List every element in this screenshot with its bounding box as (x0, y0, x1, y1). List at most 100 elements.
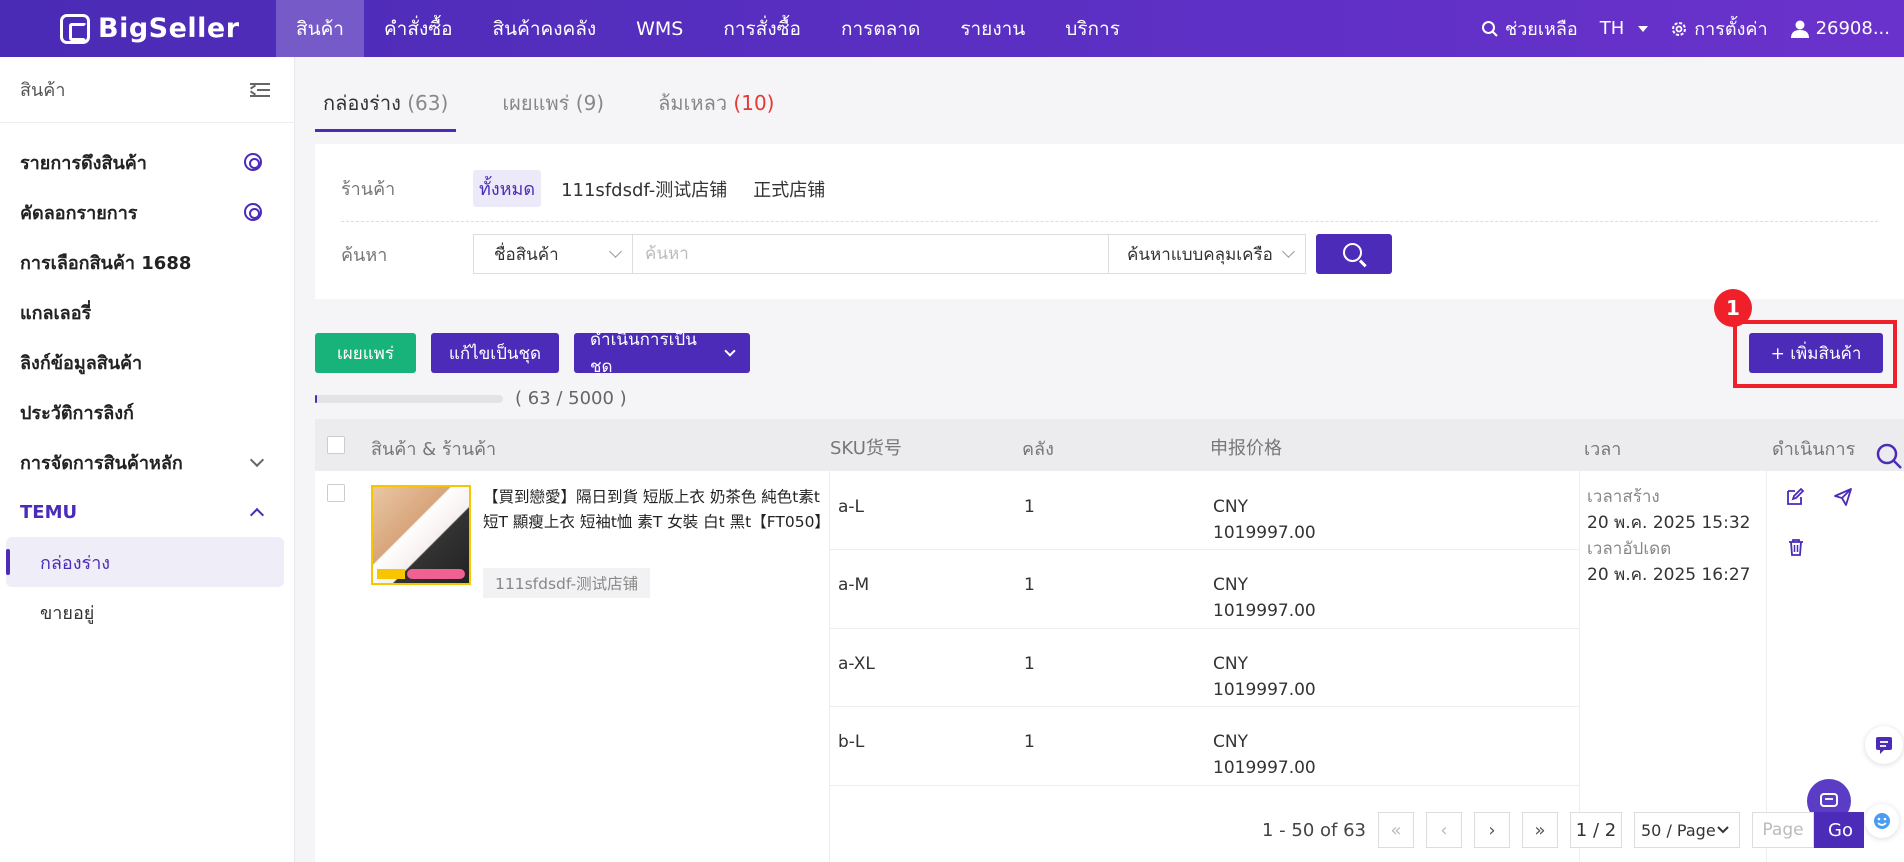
help-label: ช่วยเหลือ (1504, 19, 1578, 40)
sidebar-item-label: ลิงก์ข้อมูลสินค้า (20, 352, 143, 374)
search-label: ค้นหา (341, 244, 388, 266)
column-header-actions: ดำเนินการ (1772, 439, 1856, 460)
top-navigation-bar: BigSeller สินค้า คำสั่งซื้อ สินค้าคงคลัง… (0, 0, 1904, 57)
price-value: 1019997.00 (1213, 523, 1316, 543)
last-page-button[interactable]: » (1522, 812, 1558, 848)
tab-published[interactable]: เผยแพร่ (9) (494, 87, 612, 132)
page-size-select[interactable]: 50 / Page (1634, 812, 1740, 848)
search-field-value: ชื่อสินค้า (494, 244, 559, 265)
sku-code: a-M (838, 575, 870, 595)
quota-progress-fill (315, 394, 318, 403)
column-header-sku: SKU货号 (830, 438, 902, 459)
user-icon (1790, 20, 1809, 38)
user-menu[interactable]: 26908... (1790, 18, 1890, 39)
next-page-button[interactable]: › (1474, 812, 1510, 848)
product-name[interactable]: 【買到戀愛】隔日到貨 短版上衣 奶茶色 純色t素t 短T 顯瘦上衣 短袖t恤 素… (483, 485, 830, 535)
nav-item-reports[interactable]: รายงาน (940, 0, 1045, 57)
filter-panel: ร้านค้า ทั้งหมด 111sfdsdf-测试店铺 正式店铺 ค้นห… (315, 144, 1904, 299)
sidebar-item-label: การจัดการสินค้าหลัก (20, 452, 183, 474)
go-button[interactable]: Go (1814, 812, 1864, 848)
add-product-button[interactable]: + เพิ่มสินค้า (1749, 333, 1883, 373)
sku-code: b-L (838, 732, 865, 752)
nav-item-inventory[interactable]: สินค้าคงคลัง (473, 0, 617, 57)
settings-link[interactable]: การตั้งค่า (1670, 14, 1768, 43)
shop-chip-test[interactable]: 111sfdsdf-测试店铺 (555, 172, 733, 206)
tab-count: (10) (733, 91, 775, 115)
help-link[interactable]: ช่วยเหลือ (1481, 14, 1578, 43)
sidebar-subitem-drafts[interactable]: กล่องร่าง (6, 537, 284, 587)
filter-divider (341, 221, 1878, 222)
row-checkbox[interactable] (327, 484, 345, 502)
nav-item-orders[interactable]: คำสั่งซื้อ (364, 0, 473, 57)
gear-icon[interactable] (244, 203, 262, 221)
language-label: TH (1599, 18, 1625, 39)
sidebar-item-label: คัดลอกรายการ (20, 202, 138, 224)
search-icon (1481, 20, 1498, 37)
chevron-down-icon (724, 345, 736, 357)
publish-label: เผยแพร่ (336, 343, 395, 364)
user-name: 26908... (1815, 18, 1890, 39)
tab-label: ล้มเหลว (658, 91, 728, 115)
edit-icon[interactable] (1785, 487, 1805, 507)
search-field-select[interactable]: ชื่อสินค้า (473, 234, 633, 274)
first-page-button[interactable]: « (1378, 812, 1414, 848)
search-mode-select[interactable]: ค้นหาแบบคลุมเครือ (1108, 234, 1306, 274)
chevron-down-icon (1717, 826, 1729, 834)
assistant-button[interactable] (1865, 804, 1899, 838)
language-select[interactable]: TH (1600, 18, 1649, 39)
sidebar-item-master-products[interactable]: การจัดการสินค้าหลัก (0, 437, 294, 487)
collapse-sidebar-icon[interactable] (249, 82, 270, 98)
settings-label: การตั้งค่า (1694, 19, 1768, 40)
task-icon (1876, 737, 1892, 754)
sidebar-item-label: การเลือกสินค้า 1688 (20, 252, 192, 274)
batch-edit-button[interactable]: แก้ไขเป็นชุด (431, 333, 559, 373)
sidebar-item-label: แกลเลอรี่ (20, 302, 92, 324)
main-nav: สินค้า คำสั่งซื้อ สินค้าคงคลัง WMS การสั… (276, 0, 1140, 57)
search-input[interactable] (633, 234, 1108, 274)
gear-icon (1672, 21, 1687, 36)
price-currency: CNY (1213, 732, 1248, 752)
select-all-checkbox[interactable] (327, 436, 345, 454)
chevron-down-icon (609, 245, 622, 258)
shop-chip-official[interactable]: 正式店铺 (747, 172, 831, 206)
product-thumbnail[interactable] (371, 485, 471, 585)
task-center-button[interactable] (1865, 726, 1903, 764)
gear-icon[interactable] (244, 153, 262, 171)
sku-code: a-XL (838, 654, 875, 674)
shop-tag: 111sfdsdf-测试店铺 (483, 568, 651, 598)
nav-item-products[interactable]: สินค้า (276, 0, 364, 57)
sidebar-item-copy-listing[interactable]: คัดลอกรายการ (0, 187, 294, 237)
sidebar-title: สินค้า (20, 80, 66, 101)
batch-operations-dropdown[interactable]: ดำเนินการเป็นชุด (574, 330, 750, 377)
sidebar-item-gallery[interactable]: แกลเลอรี่ (0, 287, 294, 337)
product-table: สินค้า & ร้านค้า SKU货号 คลัง 申报价格 เวลา ดำ… (315, 419, 1904, 862)
table-row: 【買到戀愛】隔日到貨 短版上衣 奶茶色 純色t素t 短T 顯瘦上衣 短袖t恤 素… (315, 471, 1904, 862)
shop-chip-all[interactable]: ทั้งหมด (473, 170, 542, 207)
bigseller-logo[interactable]: BigSeller (0, 0, 276, 57)
nav-item-wms[interactable]: WMS (616, 0, 703, 57)
sidebar-item-pull-products[interactable]: รายการดึงสินค้า (0, 137, 294, 187)
tab-failed[interactable]: ล้มเหลว (10) (650, 87, 782, 132)
publish-button[interactable]: เผยแพร่ (315, 333, 416, 373)
page-jump-input[interactable]: Page (1752, 812, 1814, 848)
sidebar-item-product-link[interactable]: ลิงก์ข้อมูลสินค้า (0, 337, 294, 387)
publish-send-icon[interactable] (1833, 487, 1853, 507)
trash-icon[interactable] (1786, 537, 1806, 557)
sidebar-item-label: TEMU (20, 501, 78, 523)
nav-item-marketing[interactable]: การตลาด (821, 0, 940, 57)
search-button[interactable] (1316, 234, 1392, 274)
tab-count: (9) (575, 91, 605, 115)
sidebar-item-temu[interactable]: TEMU (0, 487, 294, 537)
nav-item-services[interactable]: บริการ (1045, 0, 1140, 57)
created-label: เวลาสร้าง (1587, 487, 1660, 507)
floating-search-icon[interactable] (1875, 442, 1903, 470)
sidebar-item-link-history[interactable]: ประวัติการลิงก์ (0, 387, 294, 437)
tab-label: กล่องร่าง (323, 91, 401, 115)
tab-drafts[interactable]: กล่องร่าง (63) (315, 87, 457, 132)
sidebar-subitem-active[interactable]: ขายอยู่ (6, 587, 284, 637)
prev-page-button[interactable]: ‹ (1426, 812, 1462, 848)
add-product-label: + เพิ่มสินค้า (1770, 343, 1862, 364)
annotation-step-badge: 1 (1714, 289, 1752, 327)
nav-item-purchase[interactable]: การสั่งซื้อ (703, 0, 821, 57)
sidebar-item-1688-sourcing[interactable]: การเลือกสินค้า 1688 (0, 237, 294, 287)
